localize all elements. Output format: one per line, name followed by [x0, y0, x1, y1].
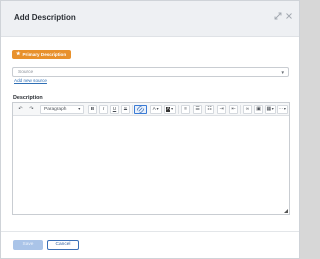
- more-options-icon[interactable]: ⋯▼: [277, 105, 288, 114]
- insert-table-icon[interactable]: ▦▼: [265, 105, 276, 114]
- modal-header: Add Description: [1, 1, 299, 37]
- link-button[interactable]: [134, 105, 147, 114]
- star-icon: ★: [16, 51, 21, 57]
- redo-icon[interactable]: ↷: [27, 105, 36, 114]
- modal-title: Add Description: [14, 13, 76, 22]
- bullet-list-icon[interactable]: ☰: [193, 105, 202, 114]
- badge-label: Primary Description: [22, 52, 67, 57]
- insert-image-icon[interactable]: ▣: [254, 105, 263, 114]
- outdent-icon[interactable]: ⇤: [229, 105, 238, 114]
- align-left-icon[interactable]: ≡: [181, 105, 190, 114]
- strikethrough-button[interactable]: S: [121, 105, 130, 114]
- underline-button[interactable]: U: [110, 105, 119, 114]
- bold-button[interactable]: B: [88, 105, 97, 114]
- expand-icon[interactable]: [273, 12, 283, 22]
- italic-button[interactable]: I: [99, 105, 108, 114]
- chevron-down-icon: ▼: [77, 107, 81, 111]
- block-format-dropdown[interactable]: Paragraph ▼: [40, 105, 84, 114]
- resize-handle-icon[interactable]: [284, 209, 288, 213]
- text-color-button[interactable]: A▼: [150, 105, 162, 114]
- insert-link-icon[interactable]: ∞: [243, 105, 252, 114]
- chevron-down-icon: ▼: [280, 70, 285, 75]
- description-editor[interactable]: ↶ ↷ Paragraph ▼ B I U S A▼ A▼ ≡ ☰ ☷ ⇥ ⇤ …: [12, 102, 290, 215]
- chevron-down-icon: ▼: [155, 107, 160, 111]
- description-label: Description: [13, 95, 43, 101]
- primary-description-badge: ★ Primary Description: [12, 50, 72, 59]
- toolbar-divider: [240, 105, 241, 114]
- toolbar-divider: [132, 105, 133, 114]
- undo-icon[interactable]: ↶: [16, 105, 25, 114]
- highlight-color-button[interactable]: A▼: [164, 105, 176, 114]
- save-button[interactable]: Save: [13, 240, 43, 250]
- editor-toolbar: ↶ ↷ Paragraph ▼ B I U S A▼ A▼ ≡ ☰ ☷ ⇥ ⇤ …: [13, 103, 289, 116]
- source-select[interactable]: Source ▼: [12, 67, 289, 77]
- footer-divider: [1, 231, 299, 232]
- indent-icon[interactable]: ⇥: [217, 105, 226, 114]
- chevron-down-icon: ▼: [170, 107, 174, 111]
- source-placeholder: Source: [18, 70, 34, 75]
- add-new-source-link[interactable]: Add new source: [14, 78, 47, 84]
- close-icon[interactable]: [284, 12, 294, 22]
- add-description-modal: Add Description ★ Primary Description So…: [0, 0, 300, 259]
- cancel-button[interactable]: Cancel: [47, 240, 79, 250]
- toolbar-divider: [178, 105, 179, 114]
- block-format-value: Paragraph: [44, 107, 67, 112]
- numbered-list-icon[interactable]: ☷: [205, 105, 214, 114]
